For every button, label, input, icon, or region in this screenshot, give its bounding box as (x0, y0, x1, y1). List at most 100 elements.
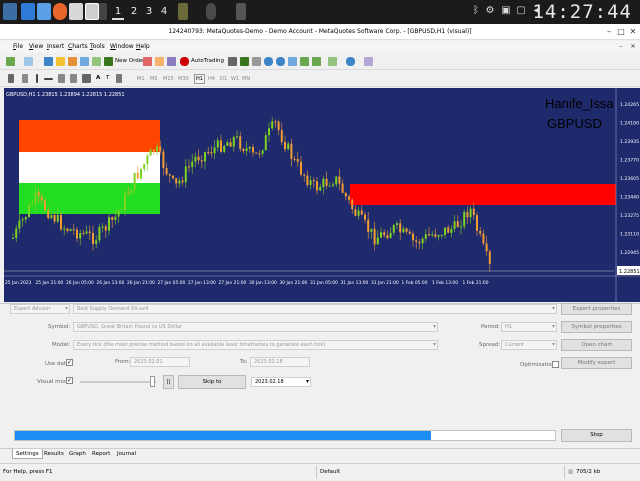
terminal-icon[interactable] (21, 3, 35, 20)
app-icon-2[interactable] (206, 3, 216, 20)
pause-button[interactable]: || (163, 375, 174, 389)
menu-file[interactable]: File (13, 41, 23, 53)
tray-icon[interactable]: ▣ (500, 4, 512, 18)
tab-graph[interactable]: Graph (66, 449, 89, 459)
templates-icon[interactable] (364, 57, 373, 66)
notes-icon[interactable] (69, 3, 83, 20)
autotrading-icon[interactable] (180, 57, 189, 66)
line-chart-icon[interactable] (252, 57, 261, 66)
console-icon[interactable] (85, 3, 99, 20)
timeframe-m15[interactable]: M15 (163, 74, 174, 84)
cursor-icon[interactable] (8, 74, 14, 83)
optimization-checkbox[interactable] (552, 361, 559, 368)
symbol-properties-button[interactable]: Symbol properties (561, 321, 632, 333)
expert-select[interactable]: Best Supply Demand EA.ex4 ▾ (73, 304, 557, 314)
tab-results[interactable]: Results (41, 449, 67, 459)
menu-tools[interactable]: Tools (90, 41, 105, 53)
autoscroll-icon[interactable] (312, 57, 321, 66)
use-date-checkbox[interactable]: ✓ (66, 359, 73, 366)
indicators-icon[interactable] (328, 57, 337, 66)
arrows-icon[interactable] (116, 74, 122, 83)
signals-icon[interactable] (155, 57, 164, 66)
new-chart-icon[interactable] (6, 57, 15, 66)
visual-speed-thumb[interactable] (150, 376, 155, 387)
child-minimize-icon[interactable]: – (616, 41, 626, 52)
autotrading-button[interactable]: AutoTrading (191, 56, 224, 66)
crosshair-icon[interactable] (22, 74, 28, 83)
open-chart-button[interactable]: Open chart (561, 339, 632, 351)
menu-help[interactable]: Help (136, 41, 150, 53)
settings-icon[interactable]: ⚙ (484, 4, 496, 18)
bar-chart-icon[interactable] (228, 57, 237, 66)
trendline-icon[interactable] (58, 74, 65, 83)
expert-properties-button[interactable]: Expert properties (561, 303, 632, 315)
price-chart[interactable]: 1.24265 1.24100 1.23935 1.23770 1.23605 1.234… (4, 88, 640, 302)
from-date-input[interactable]: 2023.02.01 (130, 357, 190, 367)
skip-to-date-input[interactable]: 2023.02.18 ▾ (251, 377, 311, 387)
child-close-icon[interactable]: ✕ (628, 41, 638, 52)
menu-view[interactable]: View (29, 41, 43, 53)
tab-report[interactable]: Report (89, 449, 113, 459)
label-tool-icon[interactable]: T (106, 73, 109, 83)
files-icon[interactable] (3, 3, 17, 20)
market-icon[interactable] (167, 57, 176, 66)
skip-to-button[interactable]: Skip to (178, 375, 246, 389)
vertical-line-icon[interactable] (36, 74, 38, 83)
timeframe-h1[interactable]: H1 (194, 74, 205, 84)
maximize-icon[interactable]: □ (616, 26, 626, 37)
navigator-icon[interactable] (68, 57, 77, 66)
tile-windows-icon[interactable] (288, 57, 297, 66)
chart-shift-icon[interactable] (300, 57, 309, 66)
firefox-icon[interactable] (53, 3, 67, 20)
timeframe-d1[interactable]: D1 (220, 74, 227, 84)
text-tool-icon[interactable]: A (96, 73, 100, 83)
mode-select[interactable]: Expert Advisor ▾ (10, 304, 70, 314)
profiles-icon[interactable] (24, 57, 33, 66)
close-icon[interactable]: ✕ (628, 26, 638, 37)
periods-icon[interactable] (346, 57, 355, 66)
browser-icon[interactable] (37, 3, 51, 20)
new-order-button[interactable]: New Order (115, 56, 144, 66)
tab-journal[interactable]: Journal (114, 449, 139, 459)
menu-charts[interactable]: Charts (68, 41, 88, 53)
visual-speed-slider[interactable] (80, 381, 156, 383)
timeframe-m1[interactable]: M1 (137, 74, 145, 84)
fibonacci-icon[interactable] (82, 74, 91, 83)
channel-icon[interactable] (70, 74, 77, 83)
modify-expert-button[interactable]: Modify expert (561, 357, 632, 369)
metaeditor-icon[interactable] (143, 57, 152, 66)
timeframe-h4[interactable]: H4 (208, 74, 215, 84)
visual-mode-checkbox[interactable]: ✓ (66, 377, 73, 384)
timeframe-mn[interactable]: MN (242, 74, 250, 84)
notification-icon[interactable]: ▢ (515, 4, 527, 18)
workspace-1[interactable]: 1 (112, 4, 124, 20)
menu-icon[interactable] (99, 3, 107, 20)
workspace-2[interactable]: 2 (128, 4, 140, 20)
model-select[interactable]: Every tick (the most precise method base… (73, 340, 438, 350)
menu-window[interactable]: Window (110, 41, 134, 53)
strategy-tester-icon[interactable] (92, 57, 101, 66)
app-icon-1[interactable] (178, 3, 188, 20)
symbol-select[interactable]: GBPUSD, Great Britain Pound vs US Dollar… (73, 322, 438, 332)
terminal-window-icon[interactable] (80, 57, 89, 66)
new-order-icon[interactable] (104, 57, 113, 66)
timeframe-m30[interactable]: M30 (178, 74, 189, 84)
timeframe-w1[interactable]: W1 (231, 74, 239, 84)
timeframe-m5[interactable]: M5 (150, 74, 158, 84)
workspace-3[interactable]: 3 (143, 4, 155, 20)
spread-select[interactable]: Current ▾ (501, 340, 557, 350)
candle-chart-icon[interactable] (240, 57, 249, 66)
horizontal-line-icon[interactable] (44, 78, 53, 80)
minimize-icon[interactable]: – (604, 26, 614, 37)
workspace-4[interactable]: 4 (158, 4, 170, 20)
zoom-out-icon[interactable] (276, 57, 285, 66)
app-icon-3[interactable] (236, 3, 246, 20)
stop-button[interactable]: Stop (561, 429, 632, 442)
zoom-in-icon[interactable] (264, 57, 273, 66)
to-date-input[interactable]: 2023.02.18 (250, 357, 310, 367)
menu-insert[interactable]: Insert (47, 41, 64, 53)
period-select[interactable]: H1 ▾ (501, 322, 557, 332)
tab-settings[interactable]: Settings (12, 449, 43, 459)
market-watch-icon[interactable] (44, 57, 53, 66)
data-window-icon[interactable] (56, 57, 65, 66)
